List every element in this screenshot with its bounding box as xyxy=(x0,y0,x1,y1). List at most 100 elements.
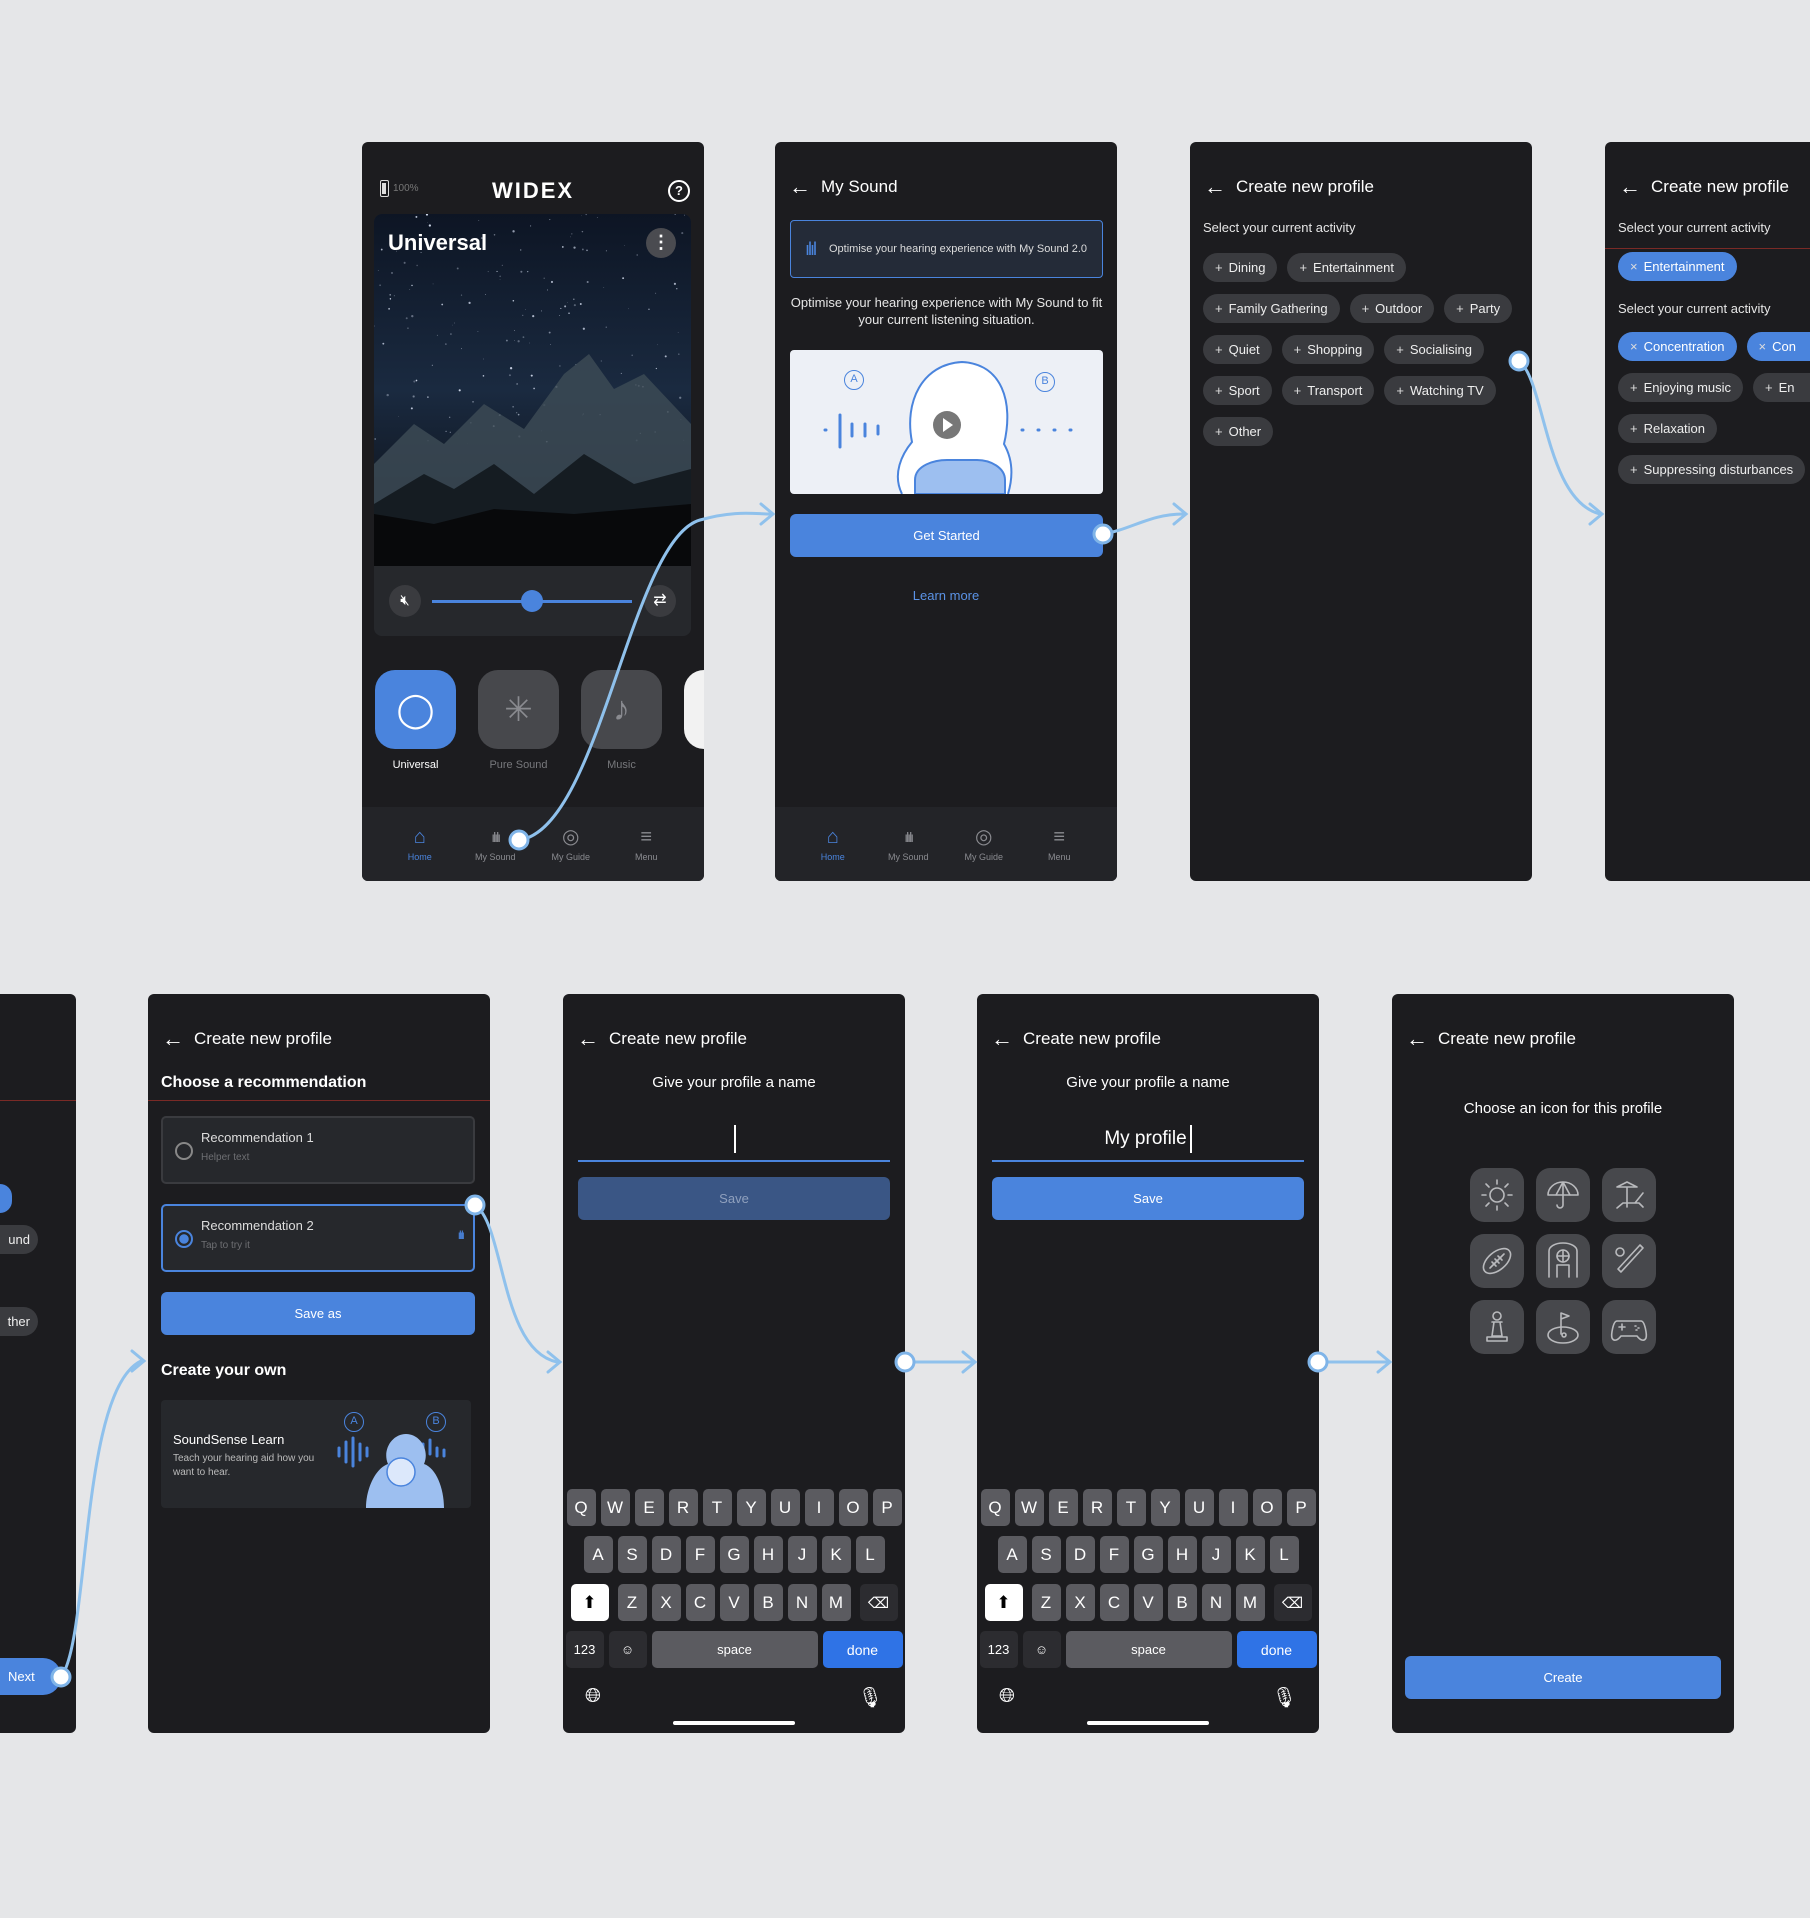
volume-slider[interactable] xyxy=(432,590,632,612)
activity-chip[interactable]: + Outdoor xyxy=(1349,294,1435,323)
key-e[interactable]: E xyxy=(1048,1489,1078,1526)
help-icon[interactable]: ? xyxy=(668,180,690,202)
done-key[interactable]: done xyxy=(822,1631,903,1668)
activity-chip[interactable]: + Socialising xyxy=(1384,335,1484,364)
back-arrow-icon[interactable]: ← xyxy=(1406,1028,1428,1050)
key-v[interactable]: V xyxy=(719,1584,749,1621)
key-c[interactable]: C xyxy=(1099,1584,1129,1621)
key-i[interactable]: I xyxy=(804,1489,834,1526)
key-o[interactable]: O xyxy=(838,1489,868,1526)
key-r[interactable]: R xyxy=(1082,1489,1112,1526)
save-button[interactable]: Save xyxy=(992,1177,1304,1220)
nav-item-my-guide[interactable]: ◎ My Guide xyxy=(541,807,601,881)
key-u[interactable]: U xyxy=(770,1489,800,1526)
chip[interactable]: und xyxy=(0,1225,38,1254)
backspace-key[interactable]: ⌫ xyxy=(859,1584,898,1621)
key-b[interactable]: B xyxy=(753,1584,783,1621)
volume-slider-knob[interactable] xyxy=(521,590,543,612)
key-x[interactable]: X xyxy=(1065,1584,1095,1621)
key-r[interactable]: R xyxy=(668,1489,698,1526)
key-w[interactable]: W xyxy=(600,1489,630,1526)
key-x[interactable]: X xyxy=(651,1584,681,1621)
shift-key[interactable]: ⬆ xyxy=(570,1584,609,1621)
activity-chip[interactable]: × Concentration xyxy=(1618,332,1737,361)
activity-chip[interactable]: + Party xyxy=(1444,294,1513,323)
space-key[interactable]: space xyxy=(651,1631,818,1668)
icon-option[interactable] xyxy=(1470,1300,1524,1354)
soundsense-card[interactable]: SoundSense Learn Teach your hearing aid … xyxy=(161,1400,471,1508)
program-tile-universal[interactable]: ◯ xyxy=(375,670,456,749)
shift-key[interactable]: ⬆ xyxy=(984,1584,1023,1621)
icon-option[interactable] xyxy=(1470,1168,1524,1222)
numbers-key[interactable]: 123 xyxy=(565,1631,604,1668)
icon-option[interactable] xyxy=(1536,1300,1590,1354)
more-options-icon[interactable]: ⋮ xyxy=(646,228,676,258)
create-button[interactable]: Create xyxy=(1405,1656,1721,1699)
program-tile-music[interactable]: ♪ xyxy=(581,670,662,749)
globe-icon[interactable]: 🌐︎ xyxy=(585,1685,601,1708)
adjust-icon[interactable]: ⇄ xyxy=(644,585,676,617)
key-t[interactable]: T xyxy=(702,1489,732,1526)
key-d[interactable]: D xyxy=(1065,1536,1095,1573)
program-tile-pure-sound[interactable]: ✳ xyxy=(478,670,559,749)
key-h[interactable]: H xyxy=(1167,1536,1197,1573)
nav-item-my-sound[interactable]: ılılı My Sound xyxy=(878,807,938,881)
key-a[interactable]: A xyxy=(997,1536,1027,1573)
key-l[interactable]: L xyxy=(855,1536,885,1573)
recommendation-option[interactable]: Recommendation 2 Tap to try it ılılı xyxy=(161,1204,475,1272)
back-arrow-icon[interactable]: ← xyxy=(991,1028,1013,1050)
back-arrow-icon[interactable]: ← xyxy=(577,1028,599,1050)
key-t[interactable]: T xyxy=(1116,1489,1146,1526)
save-as-button[interactable]: Save as xyxy=(161,1292,475,1335)
key-y[interactable]: Y xyxy=(1150,1489,1180,1526)
key-j[interactable]: J xyxy=(1201,1536,1231,1573)
key-f[interactable]: F xyxy=(1099,1536,1129,1573)
key-j[interactable]: J xyxy=(787,1536,817,1573)
key-g[interactable]: G xyxy=(719,1536,749,1573)
profile-name-input[interactable] xyxy=(578,1118,890,1162)
activity-chip[interactable]: + Quiet xyxy=(1203,335,1272,364)
key-l[interactable]: L xyxy=(1269,1536,1299,1573)
done-key[interactable]: done xyxy=(1236,1631,1317,1668)
icon-option[interactable] xyxy=(1602,1234,1656,1288)
learn-more-link[interactable]: Learn more xyxy=(775,588,1117,603)
key-w[interactable]: W xyxy=(1014,1489,1044,1526)
activity-chip[interactable]: + En xyxy=(1753,373,1810,402)
back-arrow-icon[interactable]: ← xyxy=(1619,176,1641,198)
icon-option[interactable] xyxy=(1536,1168,1590,1222)
emoji-key[interactable]: ☺ xyxy=(1022,1631,1061,1668)
activity-chip[interactable]: + Enjoying music xyxy=(1618,373,1744,402)
key-u[interactable]: U xyxy=(1184,1489,1214,1526)
key-z[interactable]: Z xyxy=(1031,1584,1061,1621)
activity-chip[interactable]: + Other xyxy=(1203,417,1274,446)
key-c[interactable]: C xyxy=(685,1584,715,1621)
activity-chip[interactable]: + Family Gathering xyxy=(1203,294,1340,323)
key-e[interactable]: E xyxy=(634,1489,664,1526)
key-g[interactable]: G xyxy=(1133,1536,1163,1573)
icon-option[interactable] xyxy=(1470,1234,1524,1288)
microphone-icon[interactable]: 🎙︎ xyxy=(1272,1685,1297,1710)
mute-icon[interactable]: 🔇︎ xyxy=(389,585,421,617)
key-n[interactable]: N xyxy=(1201,1584,1231,1621)
key-k[interactable]: K xyxy=(1235,1536,1265,1573)
key-h[interactable]: H xyxy=(753,1536,783,1573)
back-arrow-icon[interactable]: ← xyxy=(162,1028,184,1050)
key-f[interactable]: F xyxy=(685,1536,715,1573)
activity-chip[interactable]: × Con xyxy=(1746,332,1810,361)
sound-bars-icon[interactable]: ılılı xyxy=(458,1228,465,1242)
backspace-key[interactable]: ⌫ xyxy=(1273,1584,1312,1621)
activity-chip[interactable]: + Sport xyxy=(1203,376,1272,405)
radio-selected[interactable] xyxy=(175,1230,193,1248)
program-tile-more[interactable] xyxy=(684,670,704,749)
emoji-key[interactable]: ☺ xyxy=(608,1631,647,1668)
key-q[interactable]: Q xyxy=(980,1489,1010,1526)
activity-chip[interactable]: + Transport xyxy=(1281,376,1375,405)
activity-chip[interactable]: × Entertainment xyxy=(1618,252,1737,281)
nav-item-menu[interactable]: ≡ Menu xyxy=(616,807,676,881)
key-n[interactable]: N xyxy=(787,1584,817,1621)
globe-icon[interactable]: 🌐︎ xyxy=(999,1685,1015,1708)
next-button[interactable]: Next xyxy=(0,1658,61,1695)
nav-item-menu[interactable]: ≡ Menu xyxy=(1029,807,1089,881)
get-started-button[interactable]: Get Started xyxy=(790,514,1103,557)
key-z[interactable]: Z xyxy=(617,1584,647,1621)
